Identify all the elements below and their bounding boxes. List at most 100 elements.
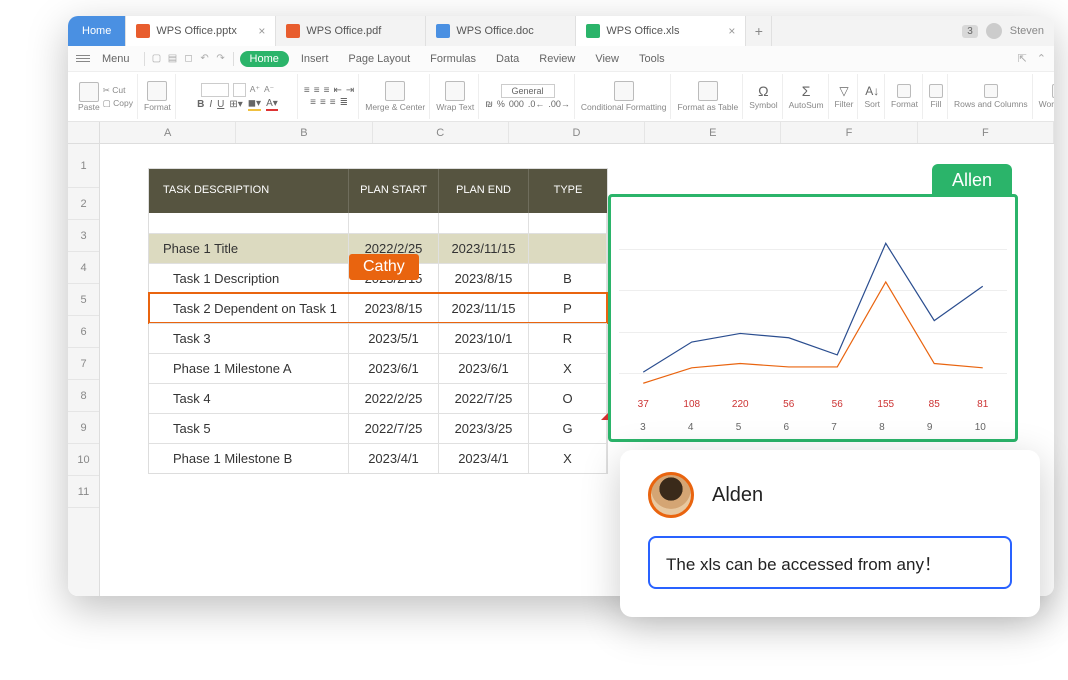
bold-button[interactable]: B bbox=[197, 99, 204, 110]
ribbon-format-as-table[interactable]: Format as Table bbox=[673, 74, 743, 119]
justify-icon[interactable]: ≣ bbox=[340, 97, 348, 108]
ribbon-format2[interactable]: Format bbox=[887, 74, 923, 119]
select-all-corner[interactable] bbox=[68, 122, 100, 143]
ribbon-merge[interactable]: Merge & Center bbox=[361, 74, 430, 119]
align-center-icon[interactable]: ≡ bbox=[320, 97, 326, 108]
ribbon-autosum[interactable]: Σ AutoSum bbox=[785, 74, 829, 119]
row-header[interactable]: 7 bbox=[68, 348, 99, 380]
preview-icon[interactable]: ◻ bbox=[183, 53, 195, 64]
row-header[interactable]: 8 bbox=[68, 380, 99, 412]
cell-type[interactable] bbox=[529, 234, 607, 263]
table-row[interactable]: Phase 1 Milestone A2023/6/12023/6/1X bbox=[149, 353, 607, 383]
ribbon-sort[interactable]: A↓ Sort bbox=[860, 74, 885, 119]
cell-desc[interactable]: Task 3 bbox=[149, 324, 349, 353]
save-icon[interactable]: ▢ bbox=[151, 53, 163, 64]
cell-desc[interactable]: Phase 1 Title bbox=[149, 234, 349, 263]
cell-desc[interactable]: Phase 1 Milestone A bbox=[149, 354, 349, 383]
col-header[interactable]: F bbox=[781, 122, 917, 143]
row-header[interactable]: 4 bbox=[68, 252, 99, 284]
tab-file-pdf[interactable]: WPS Office.pdf bbox=[276, 16, 426, 46]
col-header[interactable]: B bbox=[236, 122, 372, 143]
cell-start[interactable]: 2023/8/15 bbox=[349, 294, 439, 323]
tab-file-xls[interactable]: WPS Office.xls × bbox=[576, 16, 746, 46]
share-icon[interactable]: ⇱ bbox=[1018, 52, 1027, 65]
cell-desc[interactable]: Task 5 bbox=[149, 414, 349, 443]
comment-input[interactable]: The xls can be accessed from any！ bbox=[648, 536, 1012, 589]
ribbon-rows-cols[interactable]: Rows and Columns bbox=[950, 74, 1033, 119]
number-format-select[interactable]: General bbox=[501, 84, 555, 98]
percent-icon[interactable]: % bbox=[497, 99, 505, 109]
new-tab-button[interactable]: + bbox=[746, 16, 772, 46]
row-header[interactable]: 3 bbox=[68, 220, 99, 252]
col-header[interactable]: D bbox=[509, 122, 645, 143]
cell-desc[interactable]: Task 4 bbox=[149, 384, 349, 413]
cell-type[interactable]: B bbox=[529, 264, 607, 293]
cell-start[interactable]: 2023/5/1 bbox=[349, 324, 439, 353]
cell-type[interactable]: P bbox=[529, 294, 607, 323]
ribbon-wrap[interactable]: Wrap Text bbox=[432, 74, 479, 119]
cut-button[interactable]: ✂ Cut bbox=[103, 85, 133, 96]
row-header[interactable]: 9 bbox=[68, 412, 99, 444]
row-header[interactable]: 2 bbox=[68, 188, 99, 220]
cell-start[interactable]: 2022/2/25 bbox=[349, 384, 439, 413]
ribbon-tab-home[interactable]: Home bbox=[240, 51, 289, 67]
ribbon-filter[interactable]: ▽ Filter bbox=[831, 74, 859, 119]
tab-home[interactable]: Home bbox=[68, 16, 126, 46]
align-middle-icon[interactable]: ≡ bbox=[314, 85, 320, 96]
row-header[interactable]: 1 bbox=[68, 144, 99, 188]
decrease-font-icon[interactable]: A⁻ bbox=[264, 84, 274, 95]
cell-desc[interactable]: Task 2 Dependent on Task 1 bbox=[149, 294, 349, 323]
ribbon-tab-formulas[interactable]: Formulas bbox=[422, 53, 484, 65]
cell-desc[interactable]: Task 1 Description bbox=[149, 264, 349, 293]
cell-end[interactable]: 2023/8/15 bbox=[439, 264, 529, 293]
ribbon-worksheet[interactable]: Worksheet bbox=[1035, 74, 1054, 119]
cell-type[interactable]: G bbox=[529, 414, 607, 443]
underline-button[interactable]: U bbox=[217, 99, 224, 110]
cell-start[interactable]: 2022/7/25 bbox=[349, 414, 439, 443]
table-row[interactable]: Task 42022/2/252022/7/25O bbox=[149, 383, 607, 413]
table-row[interactable]: Task 32023/5/12023/10/1R bbox=[149, 323, 607, 353]
ribbon-symbol[interactable]: Ω Symbol bbox=[745, 74, 782, 119]
row-header[interactable]: 11 bbox=[68, 476, 99, 508]
increase-decimal-icon[interactable]: .00→ bbox=[548, 99, 570, 109]
cell-start[interactable]: 2023/6/1 bbox=[349, 354, 439, 383]
increase-font-icon[interactable]: A⁺ bbox=[250, 84, 260, 95]
cell-start[interactable]: 2023/4/1 bbox=[349, 444, 439, 473]
paste-icon[interactable] bbox=[79, 82, 99, 102]
row-header[interactable]: 10 bbox=[68, 444, 99, 476]
table-row[interactable]: Task 52022/7/252023/3/25G bbox=[149, 413, 607, 443]
col-header[interactable]: E bbox=[645, 122, 781, 143]
ribbon-tab-insert[interactable]: Insert bbox=[293, 53, 337, 65]
notification-badge[interactable]: 3 bbox=[962, 25, 978, 38]
indent-right-icon[interactable]: ⇥ bbox=[346, 85, 354, 96]
col-header[interactable]: C bbox=[373, 122, 509, 143]
collapse-ribbon-icon[interactable]: ⌃ bbox=[1037, 52, 1046, 65]
currency-icon[interactable]: ₪ bbox=[485, 99, 493, 109]
cell-type[interactable]: X bbox=[529, 354, 607, 383]
font-size-select[interactable] bbox=[233, 83, 246, 97]
fill-color-button[interactable]: ◼▾ bbox=[248, 98, 261, 111]
cell-end[interactable]: 2022/7/25 bbox=[439, 384, 529, 413]
border-button[interactable]: ⊞▾ bbox=[229, 99, 242, 110]
indent-left-icon[interactable]: ⇤ bbox=[333, 85, 341, 96]
ribbon-format-painter[interactable]: Format bbox=[140, 74, 176, 119]
cell-type[interactable]: R bbox=[529, 324, 607, 353]
ribbon-fill[interactable]: Fill bbox=[925, 74, 948, 119]
col-header[interactable]: F bbox=[918, 122, 1054, 143]
undo-icon[interactable]: ↶ bbox=[199, 53, 211, 64]
col-header[interactable]: A bbox=[100, 122, 236, 143]
cell-end[interactable]: 2023/11/15 bbox=[439, 234, 529, 263]
copy-button[interactable]: ▢ Copy bbox=[103, 98, 133, 109]
menu-button[interactable]: Menu bbox=[94, 53, 138, 65]
print-icon[interactable]: ▤ bbox=[167, 53, 179, 64]
cell-end[interactable]: 2023/11/15 bbox=[439, 294, 529, 323]
redo-icon[interactable]: ↷ bbox=[215, 53, 227, 64]
cell-desc[interactable]: Phase 1 Milestone B bbox=[149, 444, 349, 473]
close-icon[interactable]: × bbox=[720, 24, 735, 38]
cell-end[interactable]: 2023/6/1 bbox=[439, 354, 529, 383]
tab-file-pptx[interactable]: WPS Office.pptx × bbox=[126, 16, 276, 46]
tab-file-doc[interactable]: WPS Office.doc bbox=[426, 16, 576, 46]
italic-button[interactable]: I bbox=[209, 99, 212, 110]
cell-type[interactable]: X bbox=[529, 444, 607, 473]
ribbon-tab-view[interactable]: View bbox=[587, 53, 627, 65]
